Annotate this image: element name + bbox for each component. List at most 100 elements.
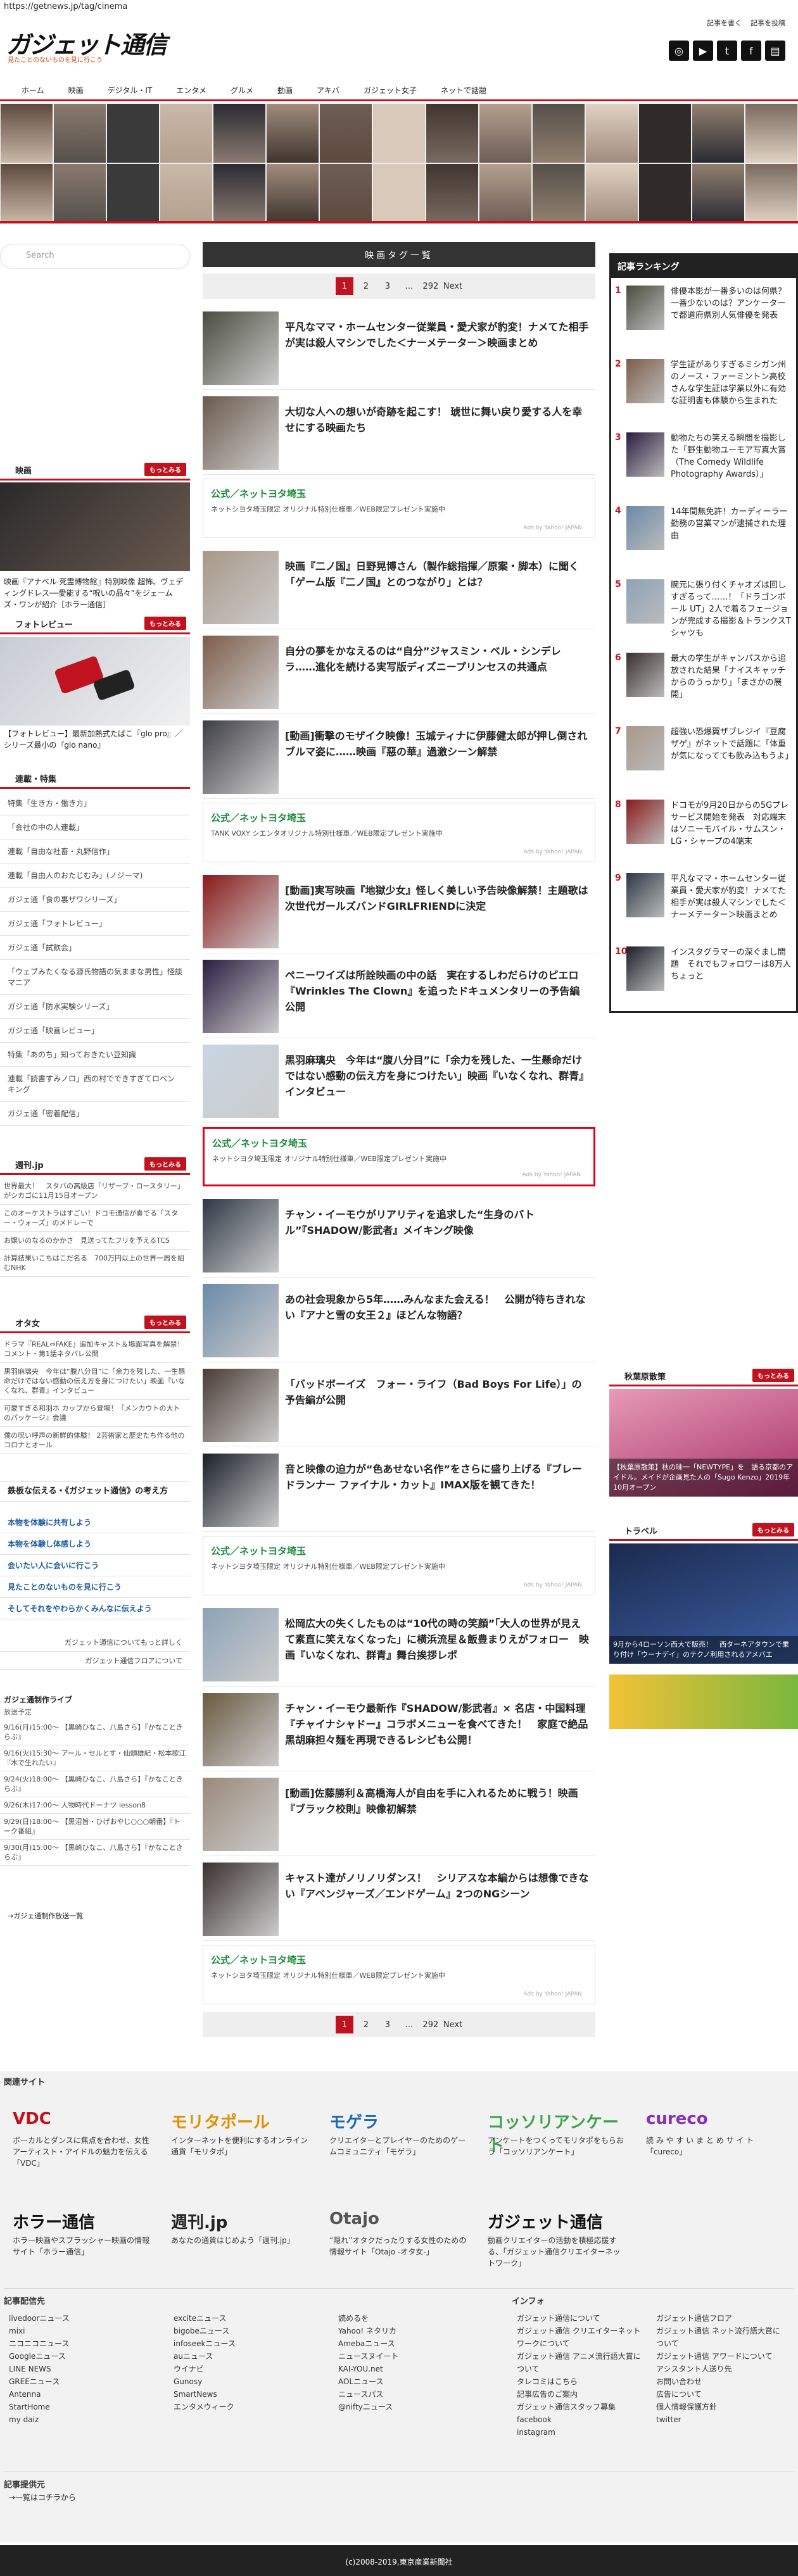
ranking-thumbnail[interactable]	[626, 359, 664, 403]
otaku-item[interactable]: 僕の呪い呼声の新鮮的体験！ 2芸術家と歴史たち作る他のコロナとオール	[0, 1427, 190, 1454]
page-link[interactable]: …	[400, 2016, 418, 2033]
article-item[interactable]: 映画『二ノ国』日野晃博さん（製作総指揮／原案・脚本）に聞く「ゲーム版『二ノ国』と…	[203, 544, 595, 629]
otaku-item[interactable]: ドラマ『REAL⇔FAKE』追加キャスト＆場面写真を解禁！ コメント・第1話ネタ…	[0, 1336, 190, 1363]
article-item[interactable]: [動画]衝撃のモザイク映像！玉城ティナに伊藤健太郎が押し倒されブルマ姿に……映画…	[203, 714, 595, 799]
distribution-link[interactable]: auニュース	[174, 2350, 236, 2363]
ranking-thumbnail[interactable]	[626, 579, 664, 624]
info-link[interactable]: アシスタント人送り先	[656, 2363, 783, 2375]
distribution-link[interactable]: livedoorニュース	[9, 2312, 70, 2325]
ranking-thumbnail[interactable]	[626, 506, 664, 550]
article-item[interactable]: キャスト達がノリノリダンス！ シリアスな本編からは想像できない『アベンジャーズ／…	[203, 1856, 595, 1941]
ranking-title[interactable]: 超強い恐爆翼ザブレジイ『豆腐ザゲ』がネットで話題に「体重が気になってても飲み込も…	[671, 726, 793, 762]
info-link[interactable]: ガジェット通信について	[517, 2312, 643, 2325]
live-schedule-item[interactable]: 9/24(火)18:00〜 【黒崎ひなこ、八島さら】『かなこときらぶ』	[0, 1771, 190, 1797]
related-site-logo[interactable]: cureco	[646, 2109, 785, 2135]
ad-title[interactable]: 公式／ネットヨタ埼玉	[212, 1136, 586, 1150]
movie-section-image[interactable]	[0, 482, 190, 571]
celebrity-photo[interactable]	[319, 103, 372, 163]
nav-digital[interactable]: デジタル・IT	[95, 81, 164, 99]
ranking-thumbnail[interactable]	[626, 800, 664, 844]
celebrity-photo[interactable]	[372, 103, 426, 163]
about-link[interactable]: ガジェット通信についてもっと詳しく	[0, 1633, 190, 1652]
article-item[interactable]: 平凡なママ・ホームセンター従業員・愛犬家が豹変！ナメてた相手が実は殺人マシンでし…	[203, 305, 595, 390]
distribution-link[interactable]: GREEニュース	[9, 2375, 70, 2388]
related-site-logo[interactable]: モリタポール	[171, 2109, 310, 2135]
ranking-item[interactable]: 10 インスタグラマーの深ぐまし問題 それでもフォロワーは8万人ちょっと	[611, 944, 796, 1006]
ranking-item[interactable]: 1 俳優本影が一番多いのは何県？ 一番少ないのは？アンケーターで都道府県別人気俳優…	[611, 283, 796, 345]
more-button[interactable]: もっとみる	[752, 1369, 794, 1382]
info-link[interactable]: ガジェット通信 ネット流行語大賞について	[656, 2325, 783, 2350]
celebrity-photo[interactable]	[479, 103, 532, 163]
info-link[interactable]: 記事広告のご案内	[517, 2388, 643, 2401]
distribution-link[interactable]: mixi	[9, 2325, 70, 2337]
feature-item[interactable]: 特集「あのち」知っておきたい豆知識	[0, 1043, 190, 1067]
ranking-thumbnail[interactable]	[626, 726, 664, 770]
celebrity-photo[interactable]	[266, 103, 319, 163]
distribution-link[interactable]: ウイナビ	[174, 2363, 236, 2375]
feature-item[interactable]: 連載「自由人のおたじむみ」(ノジーマ)	[0, 864, 190, 888]
article-title[interactable]: 黒羽麻璃央 今年は“腹八分目”に「余力を残した、一生懸命だけではない感動の伝え方…	[285, 1052, 589, 1100]
photo-section-image[interactable]	[0, 637, 190, 726]
related-site-logo[interactable]: Otajo	[329, 2209, 469, 2235]
live-schedule-item[interactable]: 9/16(月)15:00〜 【黒崎ひなこ、八島さら】『かなこときらぶ』	[0, 1719, 190, 1745]
related-site-logo[interactable]: 週刊.jp	[171, 2209, 310, 2235]
info-link[interactable]: ガジェット通信フロア	[656, 2312, 783, 2325]
ranking-title[interactable]: 腕元に張り付くチャオズは回しすぎるって……！「ドラゴンボール UT」2人で着るフ…	[671, 579, 792, 639]
ranking-item[interactable]: 2 学生証がありすぎるミシガン州のノース・ファーミントン高校 さんな学生証は学業以…	[611, 356, 796, 418]
facebook-icon[interactable]: f	[741, 41, 761, 61]
ranking-thumbnail[interactable]	[626, 946, 664, 991]
article-title[interactable]: [動画]衝撃のモザイク映像！玉城ティナに伊藤健太郎が押し倒されブルマ姿に……映画…	[285, 728, 589, 760]
feature-item[interactable]: ガジェ通「食の裏ザワシリーズ」	[0, 888, 190, 912]
celebrity-photo[interactable]	[53, 103, 106, 163]
celebrity-photo[interactable]	[426, 103, 479, 163]
article-title[interactable]: 平凡なママ・ホームセンター従業員・愛犬家が豹変！ナメてた相手が実は殺人マシンでし…	[285, 319, 589, 351]
distribution-link[interactable]: infoseekニュース	[174, 2337, 236, 2350]
page-link[interactable]: 292	[422, 2016, 440, 2033]
related-site[interactable]: VDC ボーカルとダンスに焦点を合わせ、女性アーティスト・アイドルの魅力を伝える「…	[13, 2109, 152, 2169]
twitter-icon[interactable]: t	[717, 41, 737, 61]
distribution-link[interactable]: Gunosy	[174, 2375, 236, 2388]
provider-link[interactable]: →一覧はコチラから	[9, 2492, 76, 2503]
celebrity-photo[interactable]	[53, 163, 106, 221]
ranking-title[interactable]: 14年間無免許！カーディーラー勤務の営業マンが逮捕された理由	[671, 506, 792, 542]
post-article-link[interactable]: 記事を投稿	[750, 18, 785, 28]
article-item[interactable]: 自分の夢をかなえるのは“自分”ジャスミン・ベル・シンデレラ……進化を続ける実写版…	[203, 629, 595, 714]
page-link[interactable]: 1	[335, 2016, 353, 2033]
more-button[interactable]: もっとみる	[144, 463, 186, 476]
page-link[interactable]: 292	[422, 277, 440, 295]
ranking-item[interactable]: 3 動物たちの笑える瞬間を撮影した「野生動物ユーモア写真大賞（The Comedy…	[611, 430, 796, 492]
page-link[interactable]: …	[400, 277, 418, 295]
ad-title[interactable]: 公式／ネットヨタ埼玉	[211, 1953, 587, 1966]
philosophy-item[interactable]: そしてそれをやわらかくみんなに伝えよう	[0, 1598, 190, 1619]
celebrity-photo[interactable]	[532, 163, 585, 221]
nav-entame[interactable]: エンタメ	[163, 81, 218, 99]
philosophy-item[interactable]: 会いたい人に会いに行こう	[0, 1555, 190, 1576]
otaku-item[interactable]: 可愛すぎる和羽ホ カップから登場！『メンカウトの大トのパッケージ』会議	[0, 1400, 190, 1427]
about-link[interactable]: ガジェット通信フロアについて	[0, 1652, 190, 1670]
distribution-link[interactable]: StartHome	[9, 2401, 70, 2413]
article-thumbnail[interactable]	[203, 1199, 279, 1272]
celebrity-photo[interactable]	[106, 103, 160, 163]
celebrity-photo[interactable]	[0, 103, 53, 163]
celebrity-photo[interactable]	[692, 163, 745, 221]
article-title[interactable]: 「バッドボーイズ フォー・ライフ（Bad Boys For Life）」の予告編…	[285, 1376, 589, 1408]
nav-video[interactable]: 動画	[265, 81, 304, 99]
article-title[interactable]: あの社会現象から5年……みんなまた会える！ 公開が待ちきれない『アナと雪の女王２…	[285, 1291, 589, 1323]
page-link[interactable]: Next	[443, 2016, 462, 2033]
url-bar[interactable]: https://getnews.jp/tag/cinema	[0, 0, 798, 13]
article-thumbnail[interactable]	[203, 1284, 279, 1357]
ranking-item[interactable]: 7 超強い恐爆翼ザブレジイ『豆腐ザゲ』がネットで話題に「体重が気になってても飲み込…	[611, 724, 796, 786]
info-link[interactable]: ガジェット通信スタッフ募集	[517, 2401, 643, 2413]
ranking-title[interactable]: 動物たちの笑える瞬間を撮影した「野生動物ユーモア写真大賞（The Comedy …	[671, 432, 792, 481]
ad-title[interactable]: 公式／ネットヨタ埼玉	[211, 1544, 587, 1557]
live-schedule-item[interactable]: 9/16(火)15:30〜 アール・セルとす・仙頭雄紀・松本歌江『木で生れたい』	[0, 1745, 190, 1771]
page-link[interactable]: 1	[335, 277, 353, 295]
nav-home[interactable]: ホーム	[9, 81, 56, 99]
philosophy-item[interactable]: 本物を体験し体感しよう	[0, 1533, 190, 1555]
info-link[interactable]: ガジェット通信 アニメ流行語大賞について	[517, 2350, 643, 2375]
article-title[interactable]: ペニーワイズは所詮映画の中の話 実在するしわだらけのピエロ『Wrinkles T…	[285, 967, 589, 1015]
ranking-title[interactable]: 平凡なママ・ホームセンター従業員・愛犬家が豹変！ナメてた相手が実は殺人マシンでし…	[671, 873, 792, 921]
feature-item[interactable]: ガジェ通「試飲会」	[0, 936, 190, 960]
sponsored-ad[interactable]: 公式／ネットヨタ埼玉 TANK VOXY シエンタオリジナル特別仕様車／WEB限定…	[203, 803, 595, 862]
nav-net-topics[interactable]: ネットで話題	[428, 81, 498, 99]
